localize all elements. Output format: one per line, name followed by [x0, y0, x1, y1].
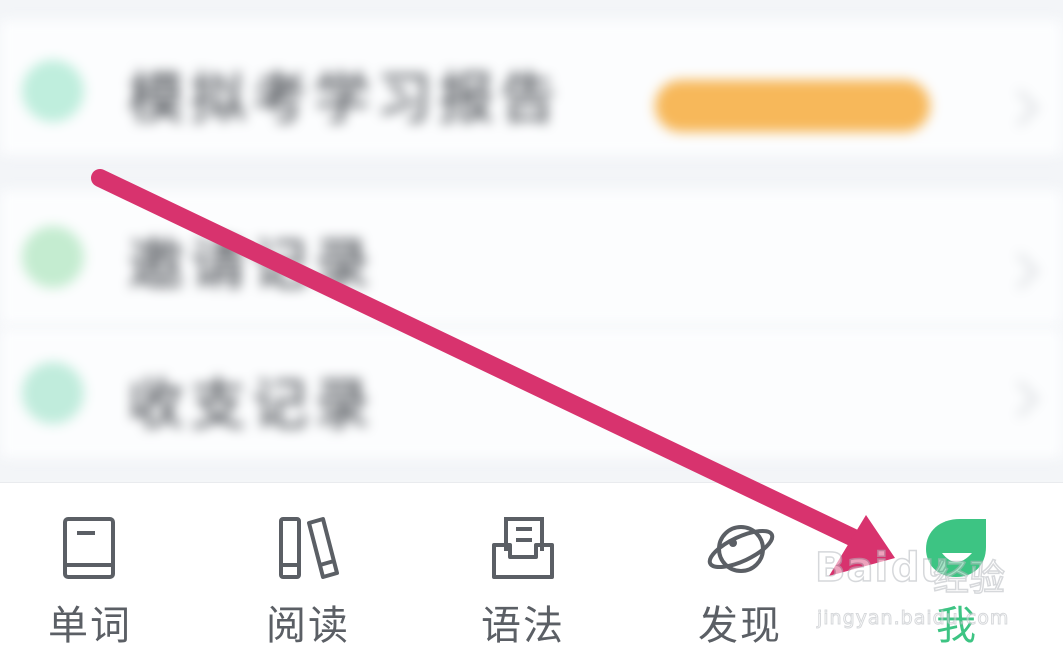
- books-icon: [279, 517, 339, 579]
- list-item-study-report[interactable]: 模拟考学习报告: [0, 20, 1063, 155]
- list-item-invite-records[interactable]: 邀请记录: [0, 190, 1063, 325]
- watermark-site: jingyan.baidu.com: [816, 607, 1010, 630]
- chevron-right-icon: [1001, 252, 1039, 290]
- tab-label: 单词: [48, 603, 132, 649]
- report-icon: [22, 60, 84, 122]
- tab-grammar[interactable]: 语法: [443, 483, 603, 660]
- chevron-right-icon: [1001, 380, 1039, 418]
- baidu-watermark: Bai du 经验 jingyan.baidu.com: [814, 544, 1015, 645]
- tab-label: 阅读: [266, 603, 350, 649]
- watermark-brand-cn: 经验: [932, 557, 1006, 600]
- list-item-income-records[interactable]: 收支记录: [0, 328, 1063, 458]
- planet-icon: [707, 525, 775, 573]
- tab-label: 发现: [698, 603, 782, 649]
- list-item-label: 模拟考学习报告: [128, 67, 562, 132]
- wallet-icon: [22, 362, 84, 424]
- tab-reading[interactable]: 阅读: [228, 483, 388, 660]
- tab-discover[interactable]: 发现: [660, 483, 820, 660]
- invite-icon: [22, 226, 84, 288]
- list-item-label: 邀请记录: [128, 233, 376, 298]
- tab-label: 语法: [481, 603, 565, 649]
- menu-list: 模拟考学习报告 邀请记录 收支记录: [0, 0, 1063, 480]
- book-icon: [63, 517, 115, 579]
- document-tray-icon: [492, 517, 554, 579]
- list-item-label: 收支记录: [128, 373, 376, 438]
- promo-badge: [655, 80, 930, 132]
- watermark-brand: Bai: [814, 544, 890, 592]
- tab-words[interactable]: 单词: [10, 483, 170, 660]
- chevron-right-icon: [1001, 89, 1039, 127]
